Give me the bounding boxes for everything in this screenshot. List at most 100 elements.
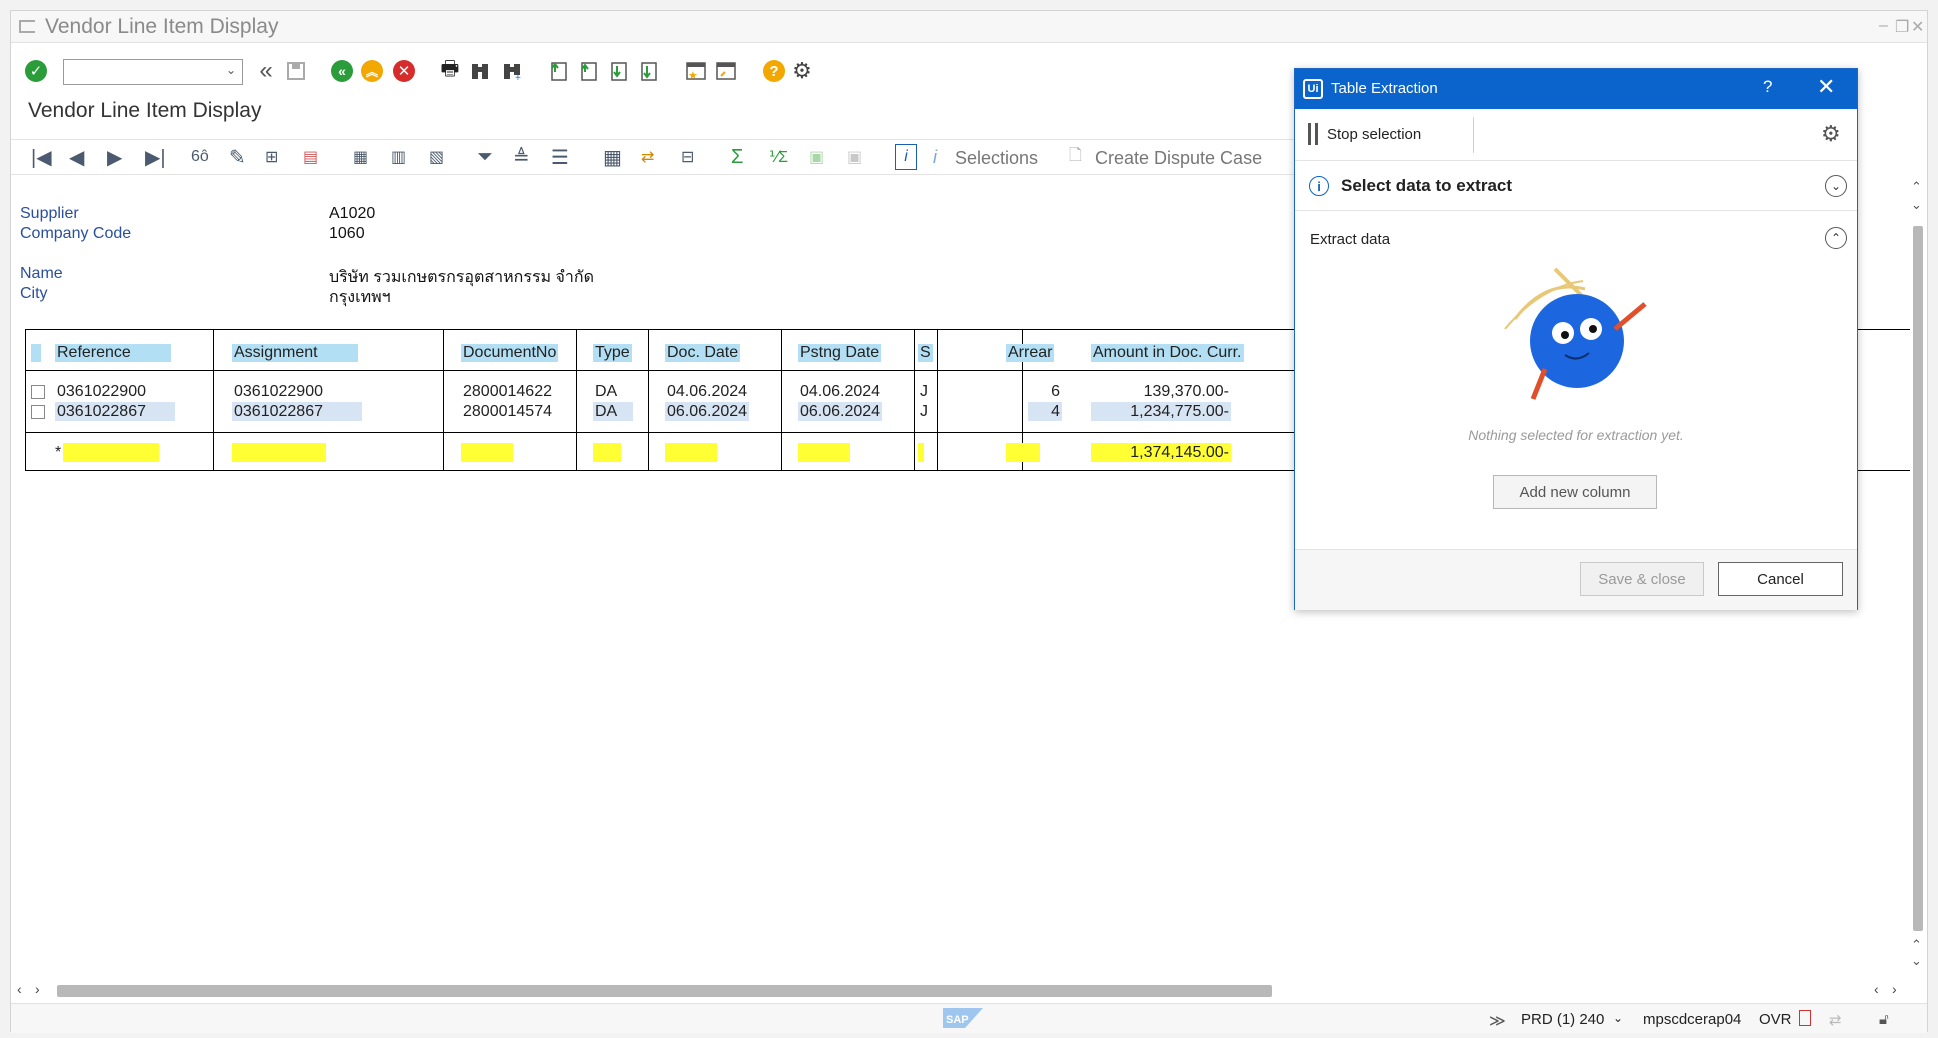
cell-reference[interactable]: 0361022867 [55,402,175,421]
sum-icon[interactable]: Σ [731,144,743,170]
edit-pencil-icon[interactable]: ✎ [229,144,246,170]
horizontal-scrollbar[interactable]: ‹ › ‹ › [11,981,1916,999]
change-view-icon[interactable]: ▧ [429,144,444,170]
save-layout-icon[interactable]: ⊟ [681,144,694,170]
subtotal-icon[interactable]: ⅟Σ [769,144,788,170]
column-header-documentno[interactable]: DocumentNo [461,344,559,362]
column-header-type[interactable]: Type [593,344,632,362]
information-icon[interactable]: i [895,144,917,170]
horizontal-scroll-thumb[interactable] [57,985,1272,997]
column-header-reference[interactable]: Reference [55,344,171,362]
next-page-icon[interactable] [605,57,631,85]
next-item-icon[interactable]: ▶ [107,144,122,170]
scroll-right-page-icon[interactable]: › [35,981,40,997]
expand-icon[interactable]: ▣ [809,144,824,170]
reverse-icon[interactable]: ▤ [303,144,318,170]
cancel-button[interactable]: Cancel [1718,562,1843,596]
payment-icon[interactable]: ▦ [353,144,368,170]
column-header-amount[interactable]: Amount in Doc. Curr. [1091,344,1244,362]
previous-page-icon[interactable] [575,57,601,85]
column-header-s[interactable]: S [918,344,933,362]
help-icon[interactable]: ? [761,57,787,85]
selections-button[interactable]: Selections [955,148,1038,169]
cancel-icon[interactable]: ✕ [391,57,417,85]
system-dropdown-icon[interactable]: ⌄ [1613,1011,1623,1025]
cell-document-no[interactable]: 2800014622 [461,382,554,401]
chevron-down-icon[interactable]: ⌄ [226,63,236,77]
system-info[interactable]: PRD (1) 240 [1521,1011,1604,1028]
cell-assignment[interactable]: 0361022900 [232,382,362,401]
scroll-right-icon[interactable]: › [1892,981,1897,997]
shortcut-icon[interactable] [713,57,739,85]
scroll-left-end-icon[interactable]: ‹ [1874,981,1879,997]
unlock-icon[interactable]: 🔓︎ [1879,1011,1889,1028]
scroll-left-icon[interactable]: ‹ [17,981,22,997]
cell-arrear[interactable]: 4 [1028,402,1062,421]
mass-change-icon[interactable]: ⊞ [265,144,278,170]
select-all-column-header[interactable] [31,344,41,362]
help-button[interactable]: ? [1763,77,1772,97]
close-icon[interactable]: ✕ [1817,74,1835,100]
sort-descending-icon[interactable]: ☰ [551,144,569,170]
column-header-doc-date[interactable]: Doc. Date [665,344,741,362]
back-icon[interactable]: « [329,57,355,85]
expand-status-icon[interactable]: ≫ [1489,1011,1506,1031]
select-data-section[interactable]: i Select data to extract ⌄ [1295,161,1857,211]
first-item-icon[interactable]: |◀ [31,144,52,170]
insert-mode[interactable]: OVR [1759,1011,1792,1028]
chevron-up-icon[interactable]: ⌃ [1825,227,1847,249]
find-next-icon[interactable]: + [499,57,525,85]
collapse-icon[interactable]: ▣ [847,144,862,170]
cell-arrear[interactable]: 6 [1028,382,1062,401]
previous-screen-icon[interactable]: « [253,57,279,85]
cell-reference[interactable]: 0361022900 [55,382,175,401]
scroll-down-page-icon[interactable]: ⌄ [1911,197,1922,213]
cell-amount[interactable]: 139,370.00- [1091,382,1231,401]
display-document-icon[interactable]: 6ô [191,144,209,170]
scroll-up-end-icon[interactable]: ⌃ [1911,937,1922,953]
chevron-down-icon[interactable]: ⌄ [1825,175,1847,197]
vertical-scroll-thumb[interactable] [1913,226,1923,931]
save-close-button[interactable]: Save & close [1580,562,1704,596]
enter-button[interactable]: ✓ [23,57,49,85]
last-page-icon[interactable] [635,57,661,85]
minimize-icon[interactable]: – [1879,17,1888,35]
print-icon[interactable]: 🖶 [437,57,463,85]
save-icon[interactable] [283,57,309,85]
settings-gear-icon[interactable]: ⚙ [1821,121,1841,147]
row-checkbox[interactable] [31,405,45,419]
first-page-icon[interactable] [545,57,571,85]
previous-item-icon[interactable]: ◀ [69,144,84,170]
column-header-assignment[interactable]: Assignment [232,344,358,362]
column-header-arrear[interactable]: Arrear [1006,344,1055,362]
command-field[interactable]: ⌄ [63,59,243,85]
cell-pstng-date[interactable]: 04.06.2024 [798,382,882,401]
scroll-up-icon[interactable]: ⌃ [1911,179,1922,195]
close-icon[interactable]: ✕ [1911,17,1924,37]
create-dispute-case-button[interactable]: Create Dispute Case [1095,148,1262,169]
row-checkbox[interactable] [31,385,45,399]
document-list-icon[interactable]: ▥ [391,144,406,170]
select-layout-icon[interactable]: ⇄ [641,144,654,170]
layout-icon[interactable]: ▦ [603,144,622,170]
cell-type[interactable]: DA [593,402,633,421]
vertical-scrollbar[interactable]: ⌃ ⌄ ⌃ ⌄ [1909,179,1927,971]
find-icon[interactable] [467,57,493,85]
new-session-icon[interactable]: ★ [683,57,709,85]
last-item-icon[interactable]: ▶| [145,144,166,170]
sort-ascending-icon[interactable]: ≜ [513,144,530,170]
cell-doc-date[interactable]: 04.06.2024 [665,382,749,401]
add-new-column-button[interactable]: Add new column [1493,475,1657,509]
column-header-pstng-date[interactable]: Pstng Date [798,344,882,362]
cell-s[interactable]: J [918,402,930,421]
cell-doc-date[interactable]: 06.06.2024 [665,402,750,421]
stop-selection-button[interactable]: Stop selection [1327,126,1421,143]
menu-icon[interactable] [19,20,35,33]
pause-icon[interactable] [1308,123,1318,145]
cell-pstng-date[interactable]: 06.06.2024 [798,402,883,421]
cell-document-no[interactable]: 2800014574 [461,402,554,421]
cell-assignment[interactable]: 0361022867 [232,402,362,421]
exit-icon[interactable]: ︽ [359,57,385,85]
scroll-down-icon[interactable]: ⌄ [1911,953,1922,969]
settings-gear-icon[interactable]: ⚙ [789,57,815,85]
